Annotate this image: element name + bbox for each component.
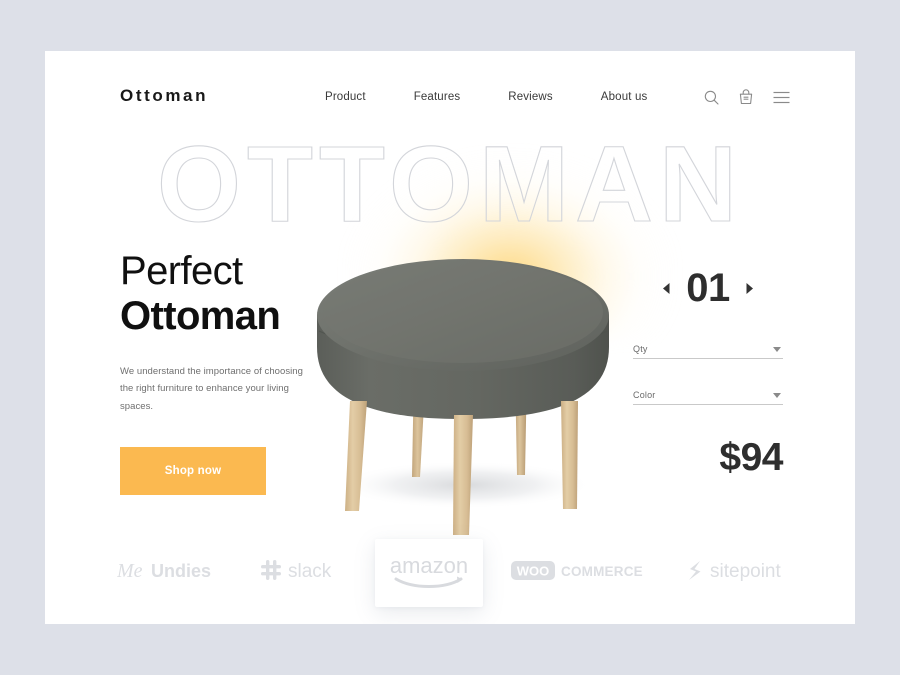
slack-hash-icon: [261, 560, 281, 580]
site-header: Ottoman Product Features Reviews About u…: [45, 51, 855, 147]
brand-logo[interactable]: Ottoman: [120, 87, 208, 104]
slide-carousel: 01: [633, 263, 783, 313]
hero-copy: Perfect Ottoman We understand the import…: [120, 249, 350, 496]
meundies-bold-text: Undies: [151, 561, 211, 581]
chevron-down-icon: [773, 347, 781, 352]
hero-title-line-1: Perfect: [120, 249, 243, 293]
chevron-right-icon: [746, 282, 753, 294]
search-icon[interactable]: [704, 90, 719, 110]
sitepoint-mark-icon: [689, 561, 701, 580]
meundies-script-text: Me: [117, 560, 143, 582]
menu-icon[interactable]: [773, 91, 790, 109]
amazon-smile-icon: [394, 577, 463, 588]
nav-item-about-us[interactable]: About us: [601, 91, 648, 103]
brand-logo-strip: Me Undies slack amazon WOO COMMERCE site…: [45, 521, 855, 621]
sitepoint-wordmark-text: sitepoint: [710, 561, 781, 582]
nav-item-features[interactable]: Features: [414, 91, 461, 103]
color-select[interactable]: Color: [633, 383, 783, 405]
header-actions: [704, 89, 790, 110]
chevron-left-icon: [663, 282, 670, 294]
page-title: Perfect Ottoman: [120, 249, 350, 339]
brand-logo-sitepoint: sitepoint: [670, 521, 820, 621]
carousel-prev-button[interactable]: [663, 282, 670, 294]
color-select-label: Color: [633, 390, 656, 400]
shop-now-button[interactable]: Shop now: [120, 447, 266, 496]
chevron-down-icon: [773, 393, 781, 398]
hero-description: We understand the importance of choosing…: [120, 365, 303, 412]
slack-wordmark-text: slack: [288, 561, 332, 582]
amazon-wordmark-text: amazon: [390, 553, 468, 578]
main-navigation: Product Features Reviews About us: [325, 91, 647, 103]
commerce-wordmark-text: COMMERCE: [561, 564, 643, 579]
carousel-next-button[interactable]: [746, 282, 753, 294]
qty-select[interactable]: Qty: [633, 337, 783, 359]
hero-title-line-2: Ottoman: [120, 293, 281, 338]
product-price: $94: [719, 436, 783, 479]
slide-number: 01: [686, 266, 730, 310]
brand-logo-woocommerce: WOO COMMERCE: [500, 521, 670, 621]
brand-logo-amazon: amazon: [375, 521, 483, 621]
qty-select-label: Qty: [633, 344, 648, 354]
woo-badge-text: WOO: [517, 564, 550, 579]
nav-item-reviews[interactable]: Reviews: [508, 91, 553, 103]
purchase-panel: 01 Qty Color $94: [633, 263, 784, 479]
nav-item-product[interactable]: Product: [325, 91, 366, 103]
brand-logo-slack: slack: [250, 521, 380, 621]
brand-logo-meundies: Me Undies: [105, 521, 245, 621]
cart-icon[interactable]: [739, 89, 753, 110]
page-card: Ottoman Product Features Reviews About u…: [45, 51, 855, 624]
